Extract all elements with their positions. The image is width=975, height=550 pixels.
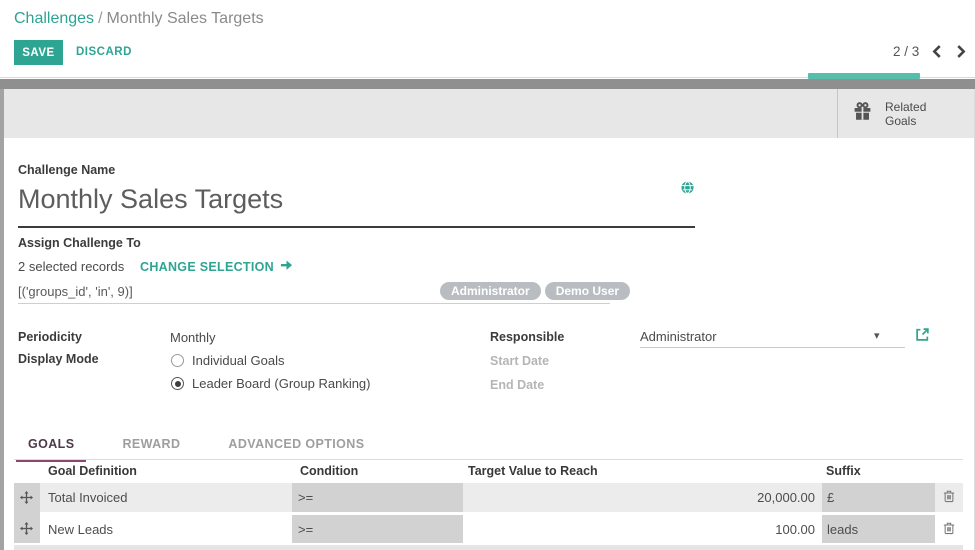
chevron-down-icon[interactable]: ▾ bbox=[874, 329, 880, 342]
move-cross-icon[interactable] bbox=[20, 491, 33, 509]
trash-icon bbox=[943, 489, 955, 506]
selected-records-text: 2 selected records bbox=[18, 259, 124, 274]
cell-goal-definition[interactable]: New Leads bbox=[40, 515, 292, 543]
challenge-form-page: Challenges/Monthly Sales Targets SAVE DI… bbox=[0, 0, 975, 550]
domain-underline bbox=[18, 303, 610, 304]
challenge-name-underline bbox=[18, 226, 695, 228]
display-mode-label: Display Mode bbox=[18, 352, 99, 366]
start-date-label: Start Date bbox=[490, 354, 549, 368]
next-row-strip bbox=[14, 545, 963, 550]
breadcrumb-current: Monthly Sales Targets bbox=[107, 10, 264, 27]
arrow-right-icon bbox=[280, 259, 293, 274]
external-link-icon[interactable] bbox=[915, 327, 930, 347]
user-tags: Administrator Demo User bbox=[440, 282, 630, 300]
statusbar-top-band bbox=[0, 79, 975, 89]
radio-individual-goals[interactable]: Individual Goals bbox=[171, 353, 285, 368]
pager-previous-button[interactable] bbox=[931, 45, 942, 63]
sheet-left-edge bbox=[0, 89, 4, 550]
challenge-name-label: Challenge Name bbox=[18, 163, 115, 177]
header-condition: Condition bbox=[300, 464, 358, 478]
periodicity-value[interactable]: Monthly bbox=[170, 330, 216, 345]
tag-administrator: Administrator bbox=[440, 282, 541, 300]
cell-target-value[interactable]: 20,000.00 bbox=[463, 483, 822, 512]
breadcrumb-separator: / bbox=[94, 10, 106, 27]
cell-condition[interactable]: >= bbox=[292, 483, 463, 512]
responsible-underline bbox=[640, 347, 905, 348]
responsible-label: Responsible bbox=[490, 330, 564, 344]
cell-goal-definition[interactable]: Total Invoiced bbox=[40, 483, 292, 512]
breadcrumb: Challenges/Monthly Sales Targets bbox=[14, 10, 264, 28]
cell-suffix[interactable]: leads bbox=[822, 515, 935, 543]
end-date-label: End Date bbox=[490, 378, 544, 392]
domain-input[interactable]: [('groups_id', 'in', 9)] bbox=[18, 284, 133, 299]
cell-condition[interactable]: >= bbox=[292, 515, 463, 543]
trash-icon bbox=[943, 521, 955, 538]
discard-button[interactable]: DISCARD bbox=[76, 46, 132, 58]
challenge-name-input[interactable]: Monthly Sales Targets bbox=[18, 184, 695, 215]
cell-suffix[interactable]: £ bbox=[822, 483, 935, 512]
pager-next-button[interactable] bbox=[956, 45, 967, 63]
radio-button-checked[interactable] bbox=[171, 377, 184, 390]
radio-button-unchecked[interactable] bbox=[171, 354, 184, 367]
drag-handle-column bbox=[14, 483, 40, 543]
goals-table: Goal Definition Condition Target Value t… bbox=[14, 459, 963, 550]
move-cross-icon[interactable] bbox=[20, 522, 33, 540]
change-selection-link[interactable]: CHANGE SELECTION bbox=[140, 259, 293, 274]
header-target-value: Target Value to Reach bbox=[468, 464, 598, 478]
delete-row-button[interactable] bbox=[935, 483, 963, 512]
radio-leader-board[interactable]: Leader Board (Group Ranking) bbox=[171, 376, 371, 391]
translate-globe-icon[interactable] bbox=[681, 181, 694, 199]
tag-demo-user: Demo User bbox=[545, 282, 630, 300]
save-button[interactable]: SAVE bbox=[14, 40, 63, 65]
responsible-input[interactable]: Administrator bbox=[640, 329, 717, 344]
related-goals-button[interactable]: Related Goals bbox=[838, 89, 975, 138]
pager-count: 2 / 3 bbox=[893, 44, 919, 59]
gift-icon bbox=[852, 100, 873, 127]
assign-challenge-label: Assign Challenge To bbox=[18, 236, 141, 250]
header-goal-definition: Goal Definition bbox=[48, 464, 137, 478]
header-suffix: Suffix bbox=[826, 464, 861, 478]
related-goals-label: Related Goals bbox=[885, 100, 926, 128]
cell-target-value[interactable]: 100.00 bbox=[463, 515, 822, 543]
breadcrumb-challenges-link[interactable]: Challenges bbox=[14, 10, 94, 27]
form-statusbar: Related Goals bbox=[0, 89, 975, 138]
table-top-border bbox=[14, 459, 963, 460]
delete-row-button[interactable] bbox=[935, 515, 963, 543]
periodicity-label: Periodicity bbox=[18, 330, 82, 344]
